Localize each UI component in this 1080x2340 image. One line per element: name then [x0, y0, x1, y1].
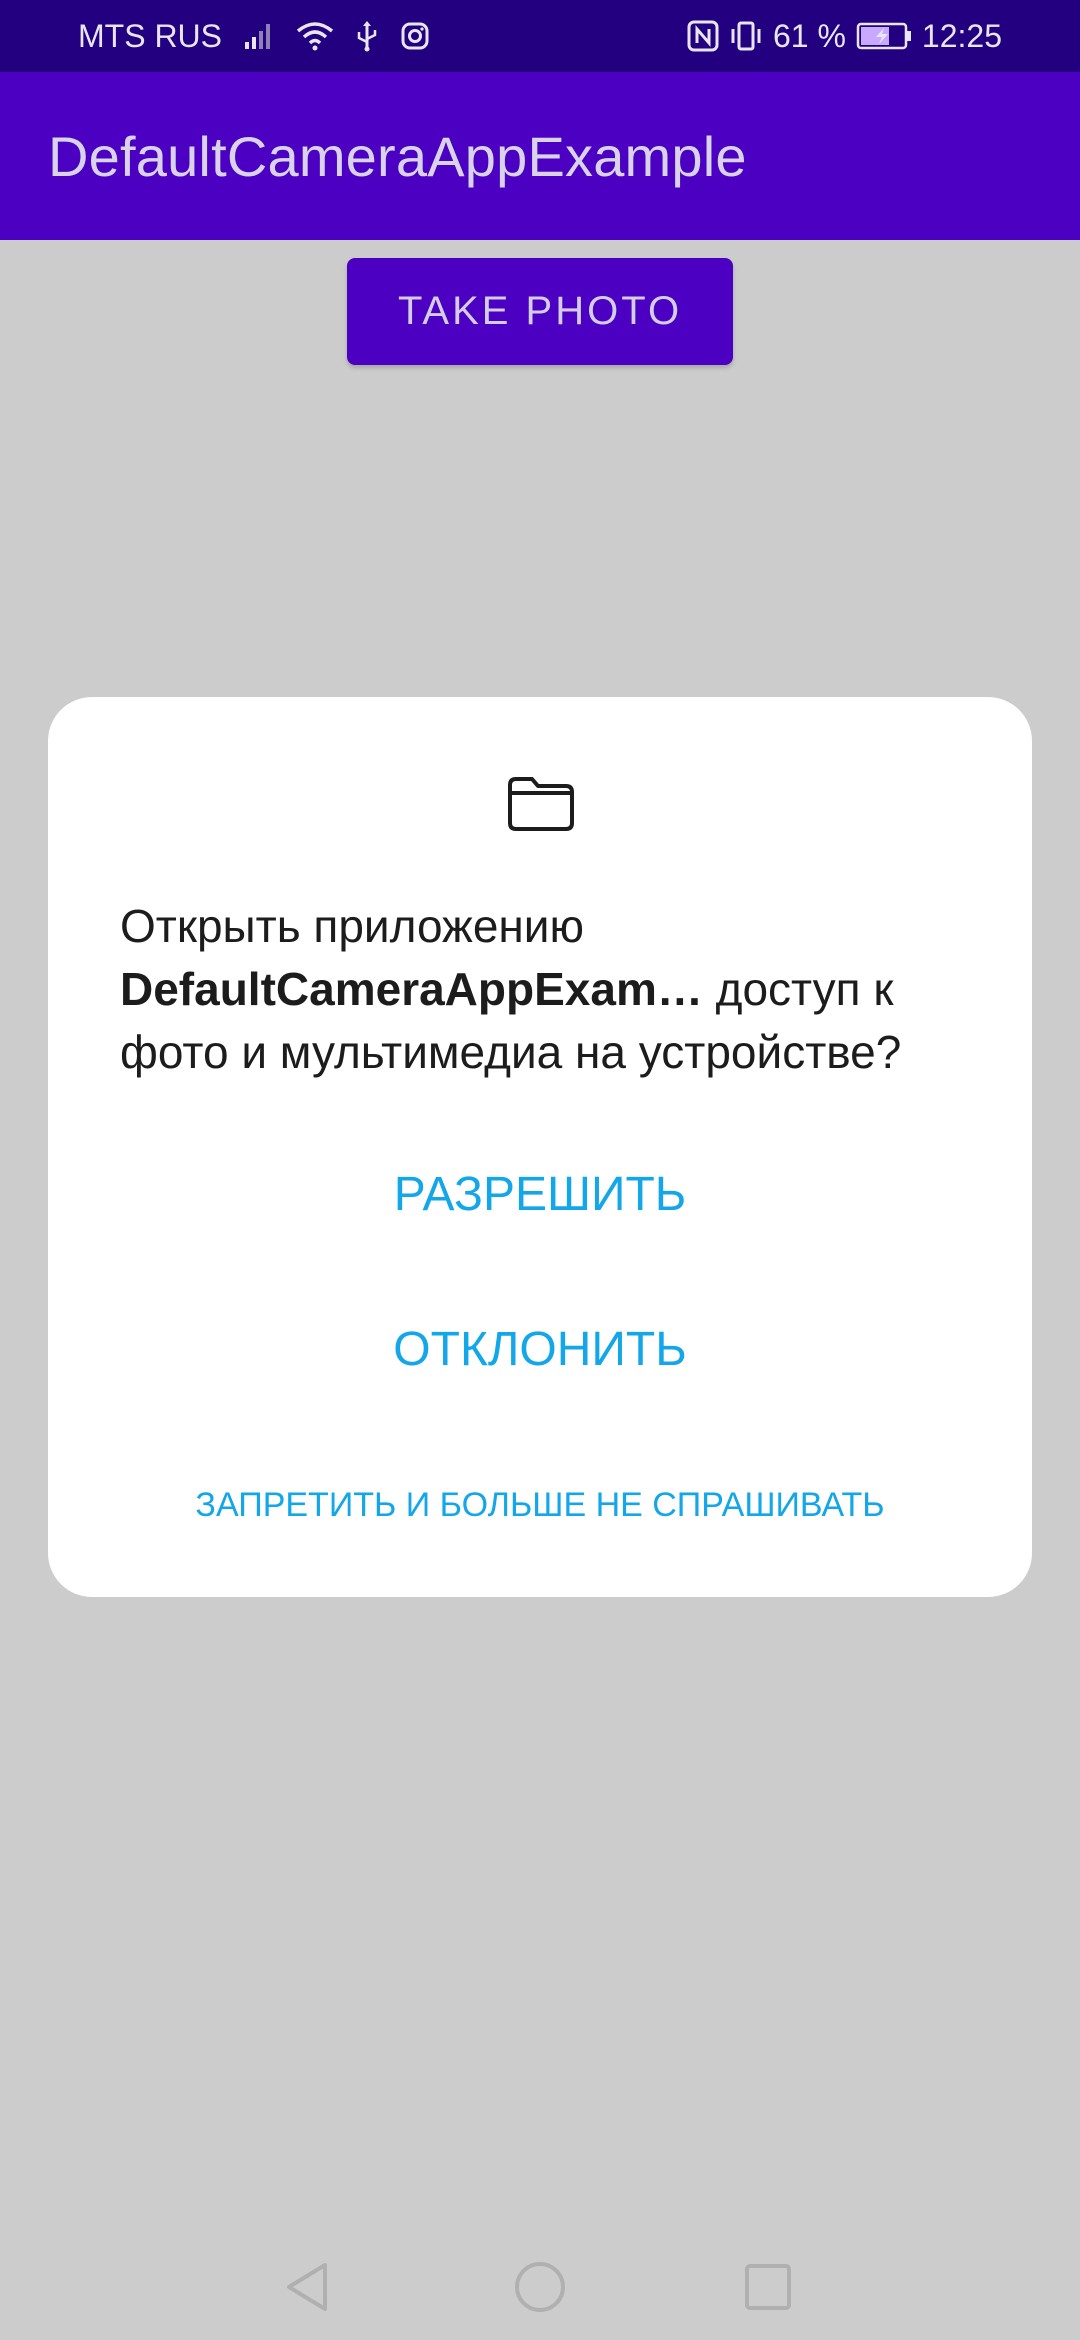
permission-dialog: Открыть приложению DefaultCameraAppExam…… — [48, 697, 1032, 1597]
screen: MTS RUS 61 % 12:25 DefaultCameraAppExamp… — [0, 0, 1080, 2340]
battery-charging-icon — [856, 16, 912, 56]
home-icon[interactable] — [505, 2252, 575, 2322]
status-bar: MTS RUS 61 % 12:25 — [0, 0, 1080, 72]
dialog-app-name: DefaultCameraAppExam… — [120, 963, 703, 1015]
wifi-icon — [296, 16, 334, 56]
status-left: MTS RUS — [78, 0, 430, 72]
carrier-name: MTS RUS — [78, 17, 222, 54]
instagram-icon — [400, 16, 430, 56]
navigation-bar — [0, 2230, 1080, 2340]
dialog-message: Открыть приложению DefaultCameraAppExam…… — [120, 895, 980, 1084]
status-right: 61 % 12:25 — [687, 0, 1002, 72]
deny-button[interactable]: ОТКЛОНИТЬ — [48, 1314, 1032, 1384]
allow-button[interactable]: РАЗРЕШИТЬ — [48, 1159, 1032, 1229]
app-bar: DefaultCameraAppExample — [0, 72, 1080, 240]
deny-dont-ask-again-button[interactable]: ЗАПРЕТИТЬ И БОЛЬШЕ НЕ СПРАШИВАТЬ — [48, 1480, 1032, 1530]
recents-icon[interactable] — [733, 2252, 803, 2322]
folder-icon — [506, 775, 576, 833]
nfc-icon — [687, 16, 719, 56]
signal-icon — [244, 16, 274, 56]
usb-icon — [356, 16, 378, 56]
message-prefix: Открыть приложению — [120, 900, 584, 952]
vibrate-icon — [729, 16, 763, 56]
app-title: DefaultCameraAppExample — [48, 125, 747, 188]
battery-percent: 61 % — [772, 17, 846, 54]
take-photo-button[interactable]: TAKE PHOTO — [347, 258, 733, 365]
back-icon[interactable] — [272, 2252, 342, 2322]
clock-time: 12:25 — [921, 17, 1002, 54]
